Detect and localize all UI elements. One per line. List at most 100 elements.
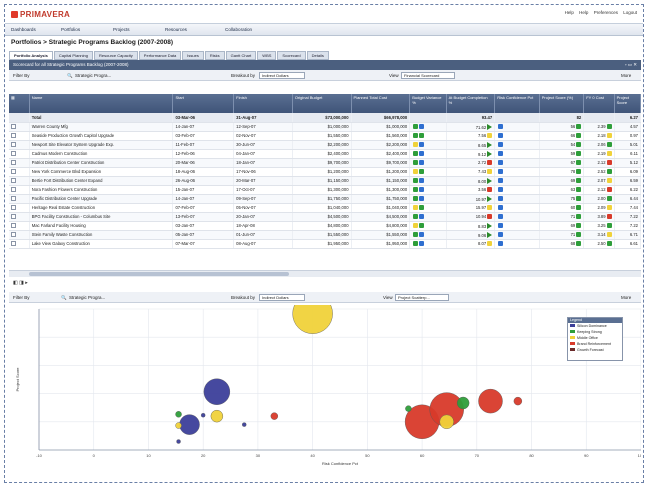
chart-view-select[interactable]: Project Scatterp...	[395, 294, 449, 301]
cell-planned-cost: $2,200,000	[351, 140, 411, 150]
row-controls[interactable]	[9, 185, 30, 195]
row-checkbox[interactable]	[11, 169, 16, 174]
cell-score: 7.22	[614, 212, 641, 222]
menu-resources[interactable]: Resources	[165, 27, 187, 32]
col-select[interactable]: ▦	[9, 94, 30, 113]
row-checkbox[interactable]	[11, 142, 16, 147]
chart-more-button[interactable]: More	[621, 295, 631, 300]
row-controls[interactable]	[9, 149, 30, 159]
col-finish[interactable]: Finish	[233, 94, 293, 113]
cell-text: Heritage Real Estate Construction	[31, 205, 96, 210]
chart-filter-search-icon[interactable]: 🔍	[61, 295, 67, 301]
row-controls[interactable]	[9, 194, 30, 204]
row-controls[interactable]	[9, 221, 30, 231]
grid-filter-search-icon[interactable]: 🔍	[67, 73, 73, 79]
col-at-budget-completion[interactable]: At Budget Completion %	[446, 94, 496, 113]
tab-details[interactable]: Details	[306, 51, 329, 60]
tab-wbs[interactable]: WBS	[257, 51, 277, 60]
row-controls[interactable]	[9, 212, 30, 222]
table-row[interactable]: Patriot Distribution Center Construction…	[9, 158, 641, 168]
table-row[interactable]: New York Commerce Blvd Expansion 18-Aug-0…	[9, 167, 641, 177]
col-project-score-pct[interactable]: Project Score (%)	[539, 94, 585, 113]
row-checkbox[interactable]	[11, 223, 16, 228]
col-budget-variance[interactable]: Budget Variance %	[409, 94, 447, 113]
grid-more-button[interactable]: More	[621, 73, 631, 78]
row-checkbox[interactable]	[11, 214, 16, 219]
tab-resource-capacity[interactable]: Resource Capacity	[94, 51, 138, 60]
tab-capital-planning[interactable]: Capital Planning	[53, 51, 93, 60]
col-name[interactable]: Name	[29, 94, 174, 113]
cell-text: 2.50	[597, 241, 606, 246]
row-controls[interactable]	[9, 203, 30, 213]
row-controls[interactable]	[9, 122, 30, 132]
table-row[interactable]: Bertie Fort Distribution Center Expand 26…	[9, 176, 641, 186]
menu-projects[interactable]: Projects	[113, 27, 130, 32]
status-indicator-icon	[576, 178, 582, 183]
tab-scorecard[interactable]: Scorecard	[277, 51, 306, 60]
grid-footer-icons[interactable]: ◧ ◨ ▸	[13, 280, 28, 286]
tab-risks[interactable]: Risks	[204, 51, 225, 60]
row-controls[interactable]	[9, 131, 30, 141]
row-checkbox[interactable]	[11, 178, 16, 183]
col-risk-confidence[interactable]: Risk Confidence Pct	[494, 94, 540, 113]
tab-gantt[interactable]: Gantt Chart	[225, 51, 257, 60]
table-row[interactable]: Pacific Distribution Center Upgrade 14-Ja…	[9, 194, 641, 204]
tab-portfolio-analysis[interactable]: Portfolio Analysis	[9, 51, 53, 60]
top-link-help[interactable]: Help	[565, 10, 574, 15]
cell-text: 30-Jun-07	[236, 142, 256, 147]
row-controls[interactable]	[9, 176, 30, 186]
grid-filter-value[interactable]: Strategic Progra...	[75, 73, 111, 78]
row-controls[interactable]	[9, 140, 30, 150]
status-indicator-icon	[498, 124, 504, 129]
menu-portfolios[interactable]: Portfolios	[61, 27, 80, 32]
col-start[interactable]: Start	[172, 94, 235, 113]
scrollbar-thumb[interactable]	[29, 272, 289, 276]
x-tick-label: 10	[146, 453, 151, 458]
row-checkbox[interactable]	[11, 124, 16, 129]
grid-horizontal-scrollbar[interactable]	[9, 270, 641, 277]
table-row[interactable]: Stein Family Waste Construction 05-Jan-07…	[9, 230, 641, 240]
row-checkbox[interactable]	[11, 196, 16, 201]
col-project-score[interactable]: Project Score	[614, 94, 641, 113]
row-checkbox[interactable]	[11, 133, 16, 138]
panel-window-controls[interactable]: ▫ ▭ ✕	[625, 62, 637, 68]
row-controls[interactable]	[9, 239, 30, 249]
top-link-logout[interactable]: Logout	[623, 10, 637, 15]
row-checkbox[interactable]	[11, 187, 16, 192]
table-row[interactable]: Mac Farland Facility Housing 03-Jan-07 18-…	[9, 221, 641, 231]
row-checkbox[interactable]	[11, 232, 16, 237]
table-row[interactable]: Lake View Galaxy Construction 07-Mar-07 08…	[9, 239, 641, 249]
cell-text: $2,200,000	[386, 142, 408, 147]
table-row[interactable]: Seaside Production Growth Capitol Upgrad…	[9, 131, 641, 141]
top-link-preferences[interactable]: Preferences	[594, 10, 618, 15]
row-controls[interactable]	[9, 158, 30, 168]
top-link-help-2[interactable]: Help	[579, 10, 588, 15]
row-checkbox[interactable]	[11, 205, 16, 210]
col-original-budget[interactable]: Original Budget	[292, 94, 352, 113]
menu-dashboards[interactable]: Dashboards	[11, 27, 36, 32]
table-row[interactable]: Warren County Mfg 14-Jan-07 12-Sep-07 $1,00…	[9, 122, 641, 132]
row-checkbox[interactable]	[11, 241, 16, 246]
menu-collaboration[interactable]: Collaboration	[225, 27, 252, 32]
grid-view-select[interactable]: Financial Scorecard	[401, 72, 455, 79]
cell-text: Lake View Galaxy Construction	[31, 241, 90, 246]
col-planned-total-cost[interactable]: Planned Total Cost	[351, 94, 411, 113]
col-fy0-cost[interactable]: FY 0 Cost	[583, 94, 615, 113]
table-row[interactable]: Nora Fashion Flowers Construction 15-Jan-…	[9, 185, 641, 195]
table-row[interactable]: Newport Site Elevator System Upgrade Exp…	[9, 140, 641, 150]
cell-fy0: 2.00	[583, 194, 615, 204]
tab-issues[interactable]: Issues	[182, 51, 204, 60]
table-row[interactable]: Heritage Real Estate Construction 07-Feb-…	[9, 203, 641, 213]
cell-text: $1,550,000	[386, 232, 408, 237]
table-row[interactable]: BPG Facility Construction - Columbus Sit…	[9, 212, 641, 222]
chart-filter-value[interactable]: Strategic Progra...	[69, 295, 105, 300]
row-checkbox[interactable]	[11, 151, 16, 156]
table-row[interactable]: Cadmus Modern Construction 12-Feb-06 04-Ja…	[9, 149, 641, 159]
tab-performance-data[interactable]: Performance Data	[138, 51, 182, 60]
grid-breakout-select[interactable]: Indirect Dollars	[259, 72, 305, 79]
row-controls[interactable]	[9, 167, 30, 177]
row-checkbox[interactable]	[11, 160, 16, 165]
cell-finish: 04-Jan-07	[233, 149, 293, 159]
chart-breakout-select[interactable]: Indirect Dollars	[259, 294, 305, 301]
row-controls[interactable]	[9, 230, 30, 240]
